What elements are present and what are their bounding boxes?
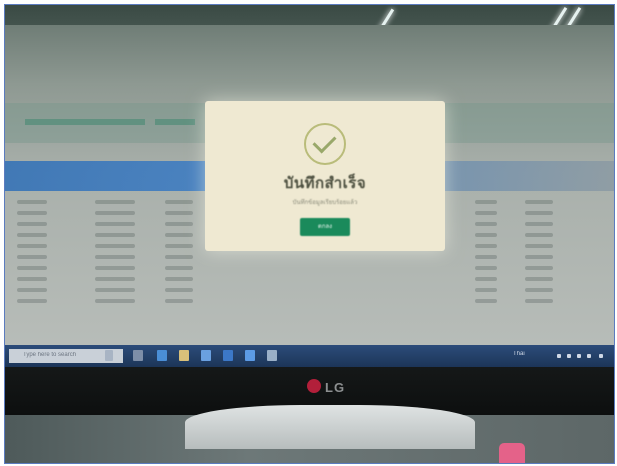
table-cell	[95, 233, 135, 237]
edge-icon[interactable]	[157, 350, 167, 361]
table-cell	[525, 266, 553, 270]
table-cell	[525, 288, 553, 292]
table-cell	[525, 211, 553, 215]
table-cell	[475, 299, 497, 303]
table-cell	[525, 255, 553, 259]
monitor-stand	[185, 405, 475, 449]
table-cell	[95, 288, 135, 292]
table-cell	[165, 299, 193, 303]
table-cell	[165, 266, 193, 270]
table-cell	[475, 277, 497, 281]
table-cell	[17, 244, 47, 248]
table-cell	[475, 255, 497, 259]
network-icon[interactable]	[557, 354, 561, 358]
table-cell	[165, 233, 193, 237]
volume-icon[interactable]	[567, 354, 571, 358]
table-cell	[17, 211, 47, 215]
table-row[interactable]	[5, 263, 614, 273]
table-cell	[525, 277, 553, 281]
table-cell	[475, 211, 497, 215]
mic-icon[interactable]	[105, 350, 113, 361]
check-mark	[312, 129, 337, 154]
table-cell	[17, 233, 47, 237]
table-cell	[17, 200, 47, 204]
table-row[interactable]	[5, 285, 614, 295]
table-cell	[525, 200, 553, 204]
table-row[interactable]	[5, 252, 614, 262]
table-cell	[17, 299, 47, 303]
ok-button[interactable]: ตกลง	[300, 218, 350, 236]
pink-object	[499, 443, 525, 463]
file-explorer-icon[interactable]	[179, 350, 189, 361]
table-cell	[475, 266, 497, 270]
dialog-message: บันทึกข้อมูลเรียบร้อยแล้ว	[292, 200, 358, 206]
table-cell	[475, 222, 497, 226]
photo-frame: บันทึกสำเร็จ บันทึกข้อมูลเรียบร้อยแล้ว ต…	[4, 4, 615, 464]
table-cell	[95, 255, 135, 259]
table-cell	[525, 222, 553, 226]
table-cell	[17, 255, 47, 259]
table-cell	[17, 288, 47, 292]
table-cell	[165, 255, 193, 259]
tray-language[interactable]: Thai	[513, 351, 525, 357]
table-cell	[95, 200, 135, 204]
table-cell	[165, 222, 193, 226]
table-cell	[165, 277, 193, 281]
app-icon[interactable]	[245, 350, 255, 361]
table-cell	[165, 288, 193, 292]
table-row[interactable]	[5, 274, 614, 284]
taskbar: Type here to search Thai	[5, 345, 614, 367]
table-cell	[475, 288, 497, 292]
table-cell	[165, 211, 193, 215]
search-placeholder: Type here to search	[23, 352, 77, 358]
lg-logo-icon	[307, 379, 321, 393]
table-cell	[95, 277, 135, 281]
table-cell	[17, 277, 47, 281]
notification-icon[interactable]	[599, 354, 603, 358]
table-cell	[95, 222, 135, 226]
table-cell	[95, 299, 135, 303]
app-icon[interactable]	[267, 350, 277, 361]
table-cell	[165, 200, 193, 204]
table-cell	[95, 266, 135, 270]
dialog-title: บันทึกสำเร็จ	[283, 175, 367, 192]
brand-text: LG	[325, 380, 346, 395]
table-cell	[475, 233, 497, 237]
check-circle-icon	[304, 123, 346, 165]
table-cell	[475, 244, 497, 248]
table-cell	[475, 200, 497, 204]
table-cell	[17, 266, 47, 270]
table-cell	[525, 299, 553, 303]
clock-icon[interactable]	[587, 354, 591, 358]
table-row[interactable]	[5, 296, 614, 306]
table-cell	[525, 233, 553, 237]
task-view-icon[interactable]	[133, 350, 143, 361]
table-cell	[165, 244, 193, 248]
mail-icon[interactable]	[223, 350, 233, 361]
table-cell	[525, 244, 553, 248]
table-cell	[17, 222, 47, 226]
table-cell	[95, 244, 135, 248]
store-icon[interactable]	[201, 350, 211, 361]
table-cell	[95, 211, 135, 215]
success-dialog: บันทึกสำเร็จ บันทึกข้อมูลเรียบร้อยแล้ว ต…	[205, 101, 445, 251]
battery-icon[interactable]	[577, 354, 581, 358]
